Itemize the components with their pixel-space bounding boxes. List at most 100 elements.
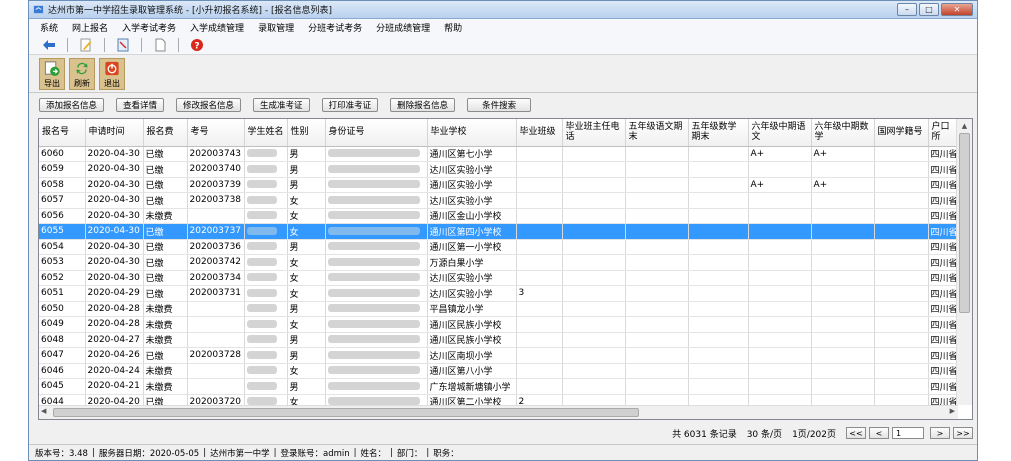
column-header[interactable]: 户口所 [928,119,958,147]
table-row[interactable]: 60492020-04-28未缴费 女 通川区民族小学校 四川省达 [39,316,958,333]
cell-id-number [325,208,428,224]
scroll-right-icon[interactable]: ▶ [950,407,955,415]
table-row[interactable]: 60452020-04-21未缴费 男 广东增城新塘镇小学 四川省达 [39,378,958,395]
table-row[interactable]: 60512020-04-29已缴202003731 女 达川区实验小学3 四川省达 [39,285,958,302]
column-header[interactable]: 毕业学校 [427,119,517,147]
edit-pencil-icon[interactable] [78,37,94,53]
column-header[interactable]: 毕业班级 [516,119,563,147]
cell-reg-no: 6049 [39,316,86,333]
cell-fee-status: 已缴 [143,347,188,364]
cell-class [516,332,563,348]
column-header[interactable]: 六年级中期语文 [748,119,812,147]
cell-hukou: 四川省达 [928,378,958,395]
close-button[interactable]: ✕ [941,3,973,16]
column-header[interactable]: 报名费 [143,119,188,147]
view-details-button[interactable]: 查看详情 [116,98,165,112]
cell-apply-date: 2020-04-30 [85,177,144,193]
column-header[interactable]: 学生姓名 [244,119,288,147]
prev-page-button[interactable]: < [869,427,889,439]
menu-admission[interactable]: 录取管理 [251,21,301,34]
menu-online-registration[interactable]: 网上报名 [65,21,115,34]
menu-entrance-scores[interactable]: 入学成绩管理 [183,21,251,34]
cell-g6-math [811,192,875,209]
table-row[interactable]: 60462020-04-24未缴费 女 通川区第八小学 四川省达 [39,363,958,379]
exit-button[interactable]: 退出 [99,58,125,90]
redacted-value [327,257,420,266]
vertical-scroll-thumb[interactable] [959,133,970,313]
scroll-up-icon[interactable]: ▲ [957,119,972,133]
table-row[interactable]: 6060 2020-04-30 已缴 202003743 男 通川区第七小学 A+ A+ 四川省… [39,146,958,162]
maximize-button[interactable]: □ [919,3,939,16]
edit-registration-button[interactable]: 修改报名信息 [176,98,242,112]
cell-school: 达川区实验小学 [427,192,517,209]
generate-ticket-button[interactable]: 生成准考证 [253,98,310,112]
document-icon[interactable] [152,37,168,53]
table-row[interactable]: 60522020-04-30已缴202003734 女 达川区实验小学 四川省达 [39,270,958,286]
column-header[interactable]: 考号 [187,119,245,147]
last-page-button[interactable]: >> [953,427,973,439]
cell-student-roll [874,378,929,395]
vertical-scrollbar[interactable]: ▲ [956,119,972,405]
table-row[interactable]: 60562020-04-30未缴费 女 通川区金山小学校 四川省达 [39,208,958,224]
back-arrow-icon[interactable] [41,37,57,53]
delete-registration-button[interactable]: 删除报名信息 [390,98,456,112]
next-page-button[interactable]: > [930,427,950,439]
exit-icon [105,61,119,76]
add-registration-button[interactable]: 添加报名信息 [39,98,105,112]
column-header[interactable]: 国网学籍号 [874,119,929,147]
pager: 共 6031 条记录 30 条/页 1页/202页 << < 1 > >> [29,424,977,442]
cell-student-name [244,146,288,162]
settings-doc-icon[interactable] [115,37,131,53]
cell-id-number [325,378,428,395]
scroll-left-icon[interactable]: ◀ [41,407,46,415]
cell-student-roll [874,161,929,178]
cell-student-roll [874,316,929,333]
page-number-input[interactable]: 1 [892,427,924,439]
menu-help[interactable]: 帮助 [437,21,469,34]
cell-g5-math [688,192,749,209]
print-ticket-button[interactable]: 打印准考证 [321,98,379,112]
table-row[interactable]: 60482020-04-27未缴费 男 通川区民族小学校 四川省达 [39,332,958,348]
first-page-button[interactable]: << [846,427,866,439]
cell-g6-chinese [748,270,812,286]
table-row[interactable]: 60472020-04-26已缴202003728 男 达川区南坝小学 四川省达 [39,347,958,364]
cell-apply-date: 2020-04-30 [85,223,144,240]
cell-apply-date: 2020-04-21 [85,378,144,395]
menu-system[interactable]: 系统 [33,21,65,34]
cell-fee-status: 未缴费 [143,208,188,224]
horizontal-scroll-thumb[interactable] [53,408,639,417]
export-button[interactable]: 导出 [39,58,65,90]
column-header[interactable]: 五年级数学期末 [688,119,749,147]
column-header[interactable]: 身份证号 [325,119,428,147]
cell-student-roll [874,192,929,209]
column-header[interactable]: 五年级语文期末 [625,119,689,147]
cell-student-roll [874,270,929,286]
column-header[interactable]: 报名号 [39,119,86,147]
status-version: 版本号：3.48 [35,449,88,459]
cell-teacher-phone [562,223,626,240]
cell-student-name [244,378,288,395]
menu-class-exam[interactable]: 分班考试考务 [301,21,369,34]
table-row[interactable]: 60542020-04-30已缴202003736 男 通川区第一小学校 四川省达 [39,239,958,255]
menu-class-scores[interactable]: 分班成绩管理 [369,21,437,34]
cell-teacher-phone [562,146,626,162]
table-row[interactable]: 60502020-04-28未缴费 男 平昌镇龙小学 四川省达 [39,301,958,317]
table-row[interactable]: 60592020-04-30已缴202003740 男 达川区实验小学 四川省达 [39,161,958,178]
column-header[interactable]: 毕业班主任电话 [562,119,626,147]
cell-g6-chinese: A+ [748,177,812,193]
refresh-button[interactable]: 刷新 [69,58,95,90]
minimize-button[interactable]: – [897,3,917,16]
cell-teacher-phone [562,208,626,224]
horizontal-scrollbar[interactable]: ◀ ▶ [39,405,958,419]
condition-search-button[interactable]: 条件搜索 [467,98,532,112]
cell-g5-chinese [625,347,689,364]
table-row[interactable]: 6058 2020-04-30 已缴 202003739 男 通川区实验小学 A+ A+ 四川省… [39,177,958,193]
column-header[interactable]: 六年级中期数学 [811,119,875,147]
menu-entrance-exam[interactable]: 入学考试考务 [115,21,183,34]
help-icon[interactable]: ? [189,37,205,53]
column-header[interactable]: 性别 [287,119,326,147]
table-row[interactable]: 60572020-04-30已缴202003738 女 达川区实验小学 四川省达 [39,192,958,209]
column-header[interactable]: 申请时间 [85,119,144,147]
table-row[interactable]: 60552020-04-30已缴202003737 女 通川区第四小学校 四川省达 [39,223,958,240]
table-row[interactable]: 60532020-04-30已缴202003742 女 万源白果小学 四川省达 [39,254,958,271]
